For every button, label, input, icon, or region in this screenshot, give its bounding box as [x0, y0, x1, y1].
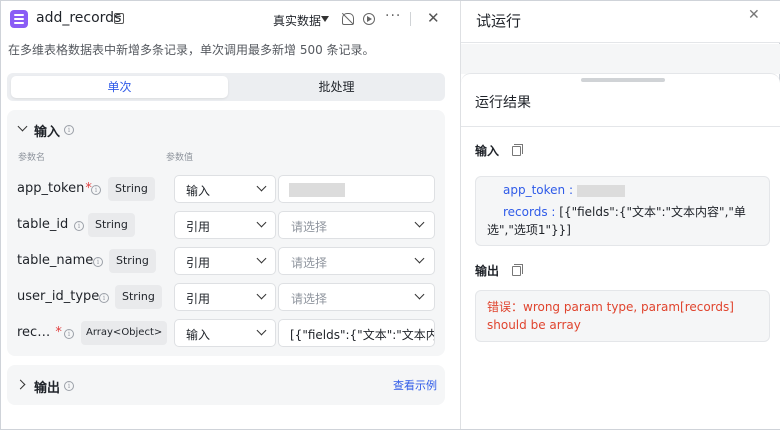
- param-row: table_id i String 引用 请选择: [7, 210, 445, 240]
- doc-icon[interactable]: [114, 13, 124, 24]
- chevron-down-icon: [414, 289, 425, 300]
- result-output-label: 输出: [475, 264, 500, 278]
- input-section-title: 输入: [34, 125, 61, 140]
- mute-bell-icon[interactable]: [342, 13, 354, 25]
- view-examples-link[interactable]: 查看示例: [393, 377, 437, 393]
- info-icon[interactable]: i: [74, 221, 84, 231]
- input-section: 输入 i 参数名 参数值 app_token* i String 输入 tabl…: [7, 110, 445, 356]
- records-line: records : [{"fields":{"文本":"文本内容","单: [503, 205, 746, 219]
- type-badge: Array<Object>: [81, 321, 168, 345]
- chevron-down-icon: [256, 217, 267, 228]
- more-icon[interactable]: ···: [385, 8, 401, 24]
- type-badge: String: [108, 177, 155, 201]
- source-select[interactable]: 引用: [174, 283, 276, 311]
- copy-icon[interactable]: [512, 144, 523, 156]
- col-header-param: 参数名: [18, 153, 46, 163]
- source-select[interactable]: 引用: [174, 211, 276, 239]
- param-name: rec… *: [17, 325, 62, 340]
- panel-backdrop: [461, 44, 780, 74]
- value-select[interactable]: 请选择: [278, 211, 435, 239]
- source-select[interactable]: 引用: [174, 247, 276, 275]
- info-icon[interactable]: i: [91, 185, 101, 195]
- info-icon[interactable]: i: [99, 293, 109, 303]
- chevron-down-icon: [256, 253, 267, 264]
- test-run-title: 试运行: [476, 12, 522, 30]
- node-title: add_records: [36, 10, 122, 26]
- chevron-down-icon: [414, 217, 425, 228]
- value-input[interactable]: [278, 175, 435, 203]
- result-title: 运行结果: [475, 95, 531, 111]
- copy-icon[interactable]: [512, 264, 523, 276]
- divider: [461, 126, 780, 127]
- type-badge: String: [88, 213, 135, 237]
- param-name: table_id: [17, 217, 69, 232]
- chevron-down-icon: [256, 325, 267, 336]
- error-message: 错误：wrong param type, param[records] shou…: [487, 300, 734, 332]
- table-app-icon: [10, 10, 28, 28]
- output-section: 输出 i 查看示例: [7, 365, 445, 405]
- param-name: app_token*: [17, 181, 92, 196]
- header-divider: [410, 12, 411, 26]
- close-icon[interactable]: ✕: [427, 9, 440, 27]
- result-sheet: 运行结果 输入 app_token : records : [{"fields"…: [461, 73, 780, 429]
- records-line-continued: 选","选项1"}}]: [487, 223, 571, 237]
- source-select[interactable]: 输入: [174, 175, 276, 203]
- data-mode-select[interactable]: 真实数据: [273, 12, 321, 29]
- param-name: user_id_type: [17, 289, 100, 304]
- node-description: 在多维表格数据表中新增多条记录，单次调用最多新增 500 条记录。: [8, 43, 375, 57]
- node-header: add_records 真实数据 ··· ✕: [1, 1, 460, 37]
- close-icon[interactable]: ✕: [748, 7, 760, 23]
- param-row: rec… * i Array<Object> 输入 [{"fields":{"文…: [7, 318, 445, 348]
- param-row: table_name i String 引用 请选择: [7, 246, 445, 276]
- col-header-value: 参数值: [166, 153, 194, 163]
- run-icon[interactable]: [363, 13, 375, 25]
- source-select[interactable]: 输入: [174, 319, 276, 347]
- test-run-header: 试运行 ✕: [461, 1, 780, 43]
- param-row: user_id_type i String 引用 请选择: [7, 282, 445, 312]
- chevron-down-icon: [414, 253, 425, 264]
- info-icon[interactable]: i: [64, 329, 74, 339]
- result-input-box: app_token : records : [{"fields":{"文本":"…: [475, 176, 770, 246]
- param-row: app_token* i String 输入: [7, 174, 445, 204]
- node-config-panel: add_records 真实数据 ··· ✕ 在多维表格数据表中新增多条记录，单…: [1, 1, 460, 429]
- redacted-value: [289, 183, 345, 197]
- value-select[interactable]: 请选择: [278, 283, 435, 311]
- value-select[interactable]: 请选择: [278, 247, 435, 275]
- info-icon[interactable]: i: [93, 257, 103, 267]
- drag-handle[interactable]: [581, 78, 665, 82]
- chevron-down-icon: [256, 181, 267, 192]
- result-output-box: 错误：wrong param type, param[records] shou…: [475, 290, 770, 342]
- collapse-chevron-icon[interactable]: [17, 121, 28, 132]
- value-input[interactable]: [{"fields":{"文本":"文本内: [278, 319, 435, 347]
- result-input-label: 输入: [475, 144, 500, 158]
- param-name: table_name: [17, 253, 94, 268]
- info-icon[interactable]: i: [64, 381, 74, 391]
- tab-single[interactable]: 单次: [11, 76, 228, 98]
- tab-batch[interactable]: 批处理: [232, 76, 441, 98]
- type-badge: String: [115, 285, 162, 309]
- redacted-value: [576, 184, 625, 197]
- type-badge: String: [109, 249, 156, 273]
- app-token-line: app_token :: [503, 183, 625, 197]
- expand-chevron-icon[interactable]: [15, 379, 26, 390]
- test-run-panel: 试运行 ✕ 运行结果 输入 app_token : records : [{"f…: [460, 1, 780, 429]
- output-section-title: 输出: [34, 381, 61, 396]
- info-icon[interactable]: i: [64, 125, 74, 135]
- mode-tabs: 单次 批处理: [7, 73, 445, 101]
- chevron-down-icon: [256, 289, 267, 300]
- caret-down-icon[interactable]: [321, 16, 329, 22]
